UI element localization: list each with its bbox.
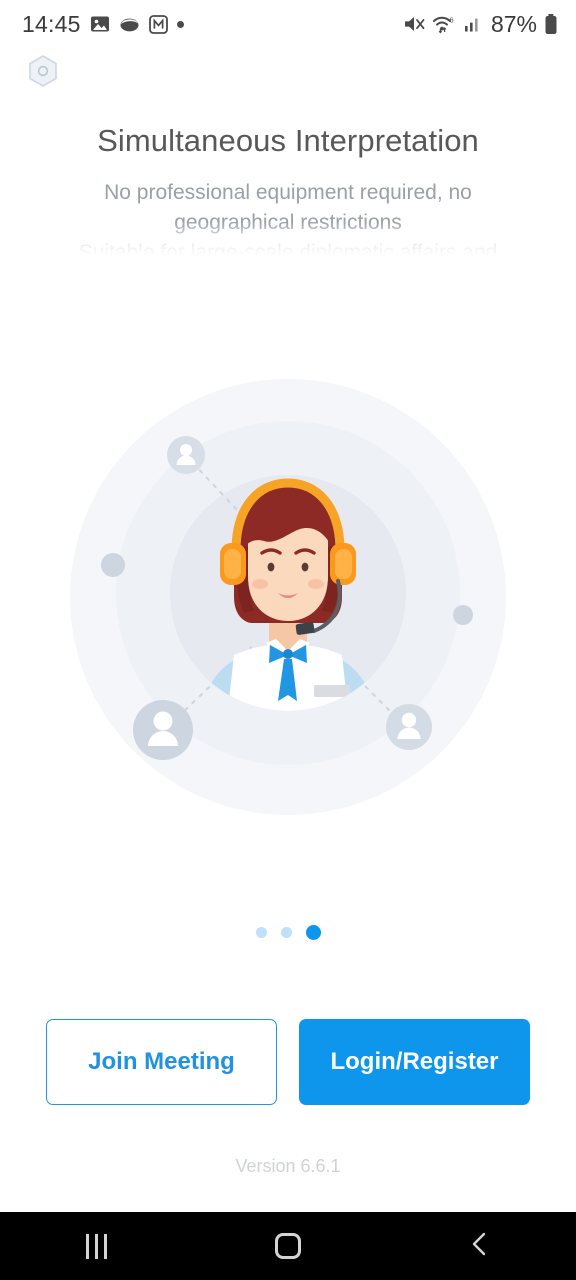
user-avatar-bottom-left bbox=[133, 700, 193, 760]
subtitle-block: No professional equipment required, no g… bbox=[28, 178, 548, 256]
version-label: Version 6.6.1 bbox=[235, 1156, 341, 1176]
pagination-dots[interactable] bbox=[0, 918, 576, 946]
back-chevron-icon bbox=[468, 1230, 492, 1263]
shell-icon bbox=[119, 14, 140, 34]
wifi-6-icon: 6 bbox=[432, 14, 457, 34]
join-meeting-button[interactable]: Join Meeting bbox=[46, 1019, 277, 1105]
page-title: Simultaneous Interpretation bbox=[97, 123, 479, 158]
m-badge-icon bbox=[148, 14, 168, 34]
gallery-icon bbox=[90, 14, 110, 34]
dot-icon bbox=[176, 20, 184, 28]
cellular-signal-icon bbox=[464, 14, 482, 34]
subtitle-line-3: Suitable for large-scale diplomatic affa… bbox=[78, 241, 498, 256]
home-button[interactable] bbox=[240, 1212, 336, 1280]
app-root: 14:45 6 87% Simultaneous Interpretation … bbox=[0, 0, 576, 1280]
header-block: Simultaneous Interpretation No professio… bbox=[0, 120, 576, 256]
user-avatar-top bbox=[167, 436, 205, 474]
status-bar: 14:45 6 87% bbox=[0, 0, 576, 48]
pagination-dot-1[interactable] bbox=[255, 926, 267, 938]
recents-icon bbox=[85, 1233, 107, 1259]
battery-percent: 87% bbox=[490, 10, 537, 37]
action-buttons: Join Meeting Login/Register bbox=[46, 1019, 530, 1105]
home-icon bbox=[275, 1233, 301, 1259]
battery-icon bbox=[544, 13, 558, 35]
mute-icon bbox=[403, 14, 425, 34]
interpreter-network-illustration bbox=[38, 355, 538, 855]
pagination-dot-3-active[interactable] bbox=[305, 924, 321, 940]
dot-left bbox=[101, 553, 125, 577]
back-button[interactable] bbox=[432, 1212, 528, 1280]
dot-right bbox=[453, 605, 473, 625]
login-register-button[interactable]: Login/Register bbox=[299, 1019, 530, 1105]
status-time: 14:45 bbox=[22, 10, 81, 37]
status-bar-left: 14:45 bbox=[22, 11, 184, 38]
status-bar-right: 6 87% bbox=[403, 11, 558, 38]
android-navigation-bar bbox=[0, 1212, 576, 1280]
hexagon-target-logo-icon[interactable] bbox=[26, 54, 60, 88]
subtitle-line-2: geographical restrictions bbox=[174, 211, 402, 234]
pagination-dot-2[interactable] bbox=[280, 926, 292, 938]
svg-text:6: 6 bbox=[449, 15, 453, 24]
user-avatar-bottom-right bbox=[386, 704, 432, 750]
recents-button[interactable] bbox=[48, 1212, 144, 1280]
subtitle-line-1: No professional equipment required, no bbox=[104, 181, 472, 204]
